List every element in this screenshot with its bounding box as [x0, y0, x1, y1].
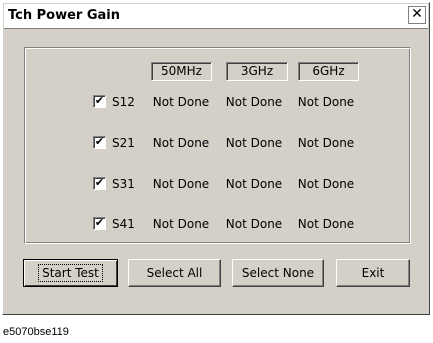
close-button[interactable]: ✕ [408, 6, 426, 24]
checkbox-s31[interactable]: ✔ [93, 177, 106, 190]
param-label-s31: S31 [112, 177, 135, 191]
status-s41-50mhz: Not Done [152, 217, 210, 231]
status-s31-50mhz: Not Done [152, 177, 210, 191]
status-s41-6ghz: Not Done [297, 217, 355, 231]
status-s21-3ghz: Not Done [225, 136, 283, 150]
check-icon: ✔ [94, 135, 105, 148]
select-all-button[interactable]: Select All [128, 259, 221, 287]
param-label-s41: S41 [112, 217, 135, 231]
param-label-s21: S21 [112, 136, 135, 150]
check-icon: ✔ [94, 94, 105, 107]
select-none-button[interactable]: Select None [232, 259, 324, 287]
check-icon: ✔ [94, 176, 105, 189]
status-s31-3ghz: Not Done [225, 177, 283, 191]
dialog-title: Tch Power Gain [8, 8, 121, 23]
start-test-label: Start Test [38, 264, 103, 282]
column-header-3ghz: 3GHz [226, 62, 288, 81]
close-icon: ✕ [411, 6, 423, 22]
status-s12-50mhz: Not Done [152, 95, 210, 109]
status-s21-6ghz: Not Done [297, 136, 355, 150]
status-s31-6ghz: Not Done [297, 177, 355, 191]
checkbox-s41[interactable]: ✔ [93, 217, 106, 230]
exit-button[interactable]: Exit [336, 259, 410, 287]
checkbox-s21[interactable]: ✔ [93, 136, 106, 149]
status-s21-50mhz: Not Done [152, 136, 210, 150]
status-s12-6ghz: Not Done [297, 95, 355, 109]
tch-power-gain-dialog: Tch Power Gain ✕ 50MHz 3GHz 6GHz ✔ S12 N… [2, 2, 430, 315]
status-s41-3ghz: Not Done [225, 217, 283, 231]
check-icon: ✔ [94, 216, 105, 229]
title-bar: Tch Power Gain ✕ [4, 4, 428, 29]
checkbox-s12[interactable]: ✔ [93, 95, 106, 108]
start-test-button[interactable]: Start Test [23, 259, 118, 287]
column-header-6ghz: 6GHz [298, 62, 359, 81]
param-label-s12: S12 [112, 95, 135, 109]
column-header-50mhz: 50MHz [151, 62, 212, 81]
figure-caption: e5070bse119 [3, 326, 69, 338]
status-s12-3ghz: Not Done [225, 95, 283, 109]
